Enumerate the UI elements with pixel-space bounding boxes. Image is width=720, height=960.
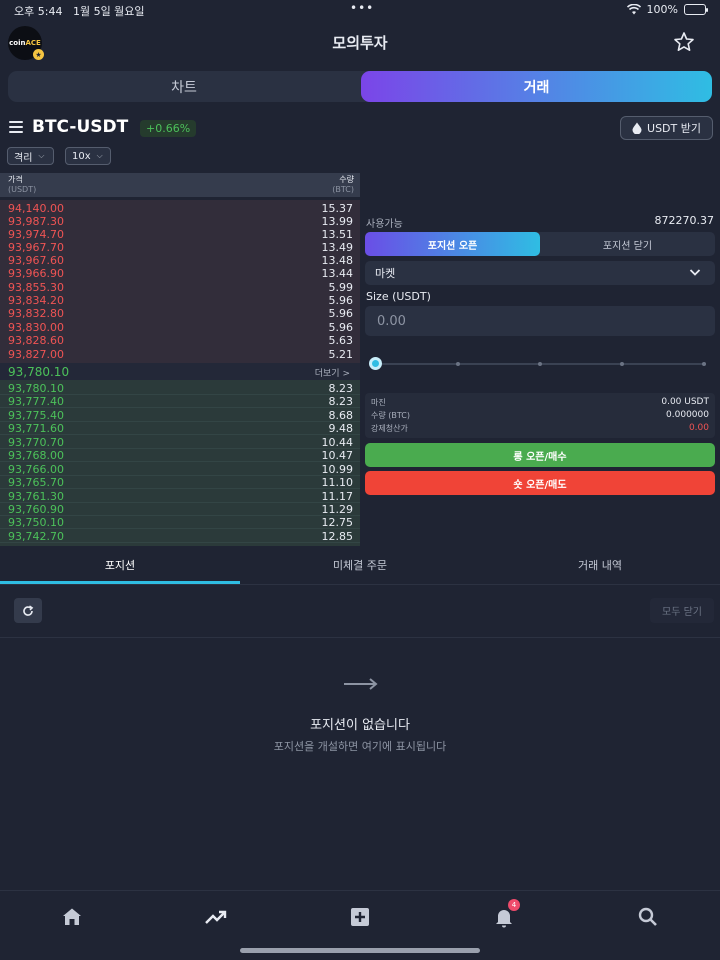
bid-row[interactable]: 93,771.60 9.48: [0, 422, 360, 435]
battery-percent: 100%: [646, 3, 678, 16]
ask-row[interactable]: 93,966.90 13.44: [0, 267, 360, 280]
available-value: 872270.37: [654, 214, 715, 227]
long-open-button[interactable]: 롱 오픈/매수: [365, 443, 715, 467]
chevron-down-icon: ⌵: [38, 151, 45, 160]
menu-icon[interactable]: [9, 121, 23, 133]
slider-tick[interactable]: [538, 362, 542, 366]
close-all-button[interactable]: 모두 닫기: [650, 598, 714, 623]
available-label: 사용가능: [366, 219, 403, 230]
slider-tick[interactable]: [456, 362, 460, 366]
ask-row[interactable]: 93,828.60 5.63: [0, 334, 360, 347]
ask-row[interactable]: 93,987.30 13.99: [0, 215, 360, 228]
position-mode-toggle: 포지션 오픈 포지션 닫기: [365, 232, 715, 256]
size-label: Size (USDT): [366, 290, 431, 303]
orderbook-bids: 93,780.10 8.23 93,777.40 8.23 93,775.40 8.6…: [0, 380, 360, 546]
bid-row[interactable]: 93,768.00 10.47: [0, 449, 360, 462]
wifi-icon: [626, 4, 641, 15]
refresh-button[interactable]: [14, 598, 42, 623]
bid-row[interactable]: 93,770.70 10.44: [0, 436, 360, 449]
status-time: 오후 5:44 1월 5일 월요일: [14, 5, 145, 18]
arrow-right-icon: [344, 678, 378, 690]
margin-row: 마진 0.00 USDT: [371, 397, 709, 407]
status-bar: 오후 5:44 1월 5일 월요일 ••• 100%: [0, 0, 720, 20]
ask-row[interactable]: 93,827.00 5.21: [0, 348, 360, 361]
add-box-icon[interactable]: [348, 905, 372, 929]
empty-state-subtitle: 포지션을 개설하면 여기에 표시됩니다: [273, 740, 447, 753]
active-tab-indicator: [0, 581, 240, 584]
positions-tabs: 포지션 미체결 주문 거래 내역: [0, 547, 720, 585]
empty-state-title: 포지션이 없습니다: [310, 718, 410, 733]
status-right: 100%: [626, 3, 708, 16]
leverage-select[interactable]: 10x ⌵: [65, 147, 111, 165]
mid-price-row: 93,780.10 더보기 >: [0, 363, 360, 380]
tab-close-position[interactable]: 포지션 닫기: [540, 232, 715, 256]
favorite-star-icon[interactable]: [672, 30, 696, 54]
liquidation-row: 강제청산가 0.00: [371, 423, 709, 433]
chevron-down-icon: ⌵: [96, 151, 103, 160]
view-segment: 차트 거래: [8, 71, 712, 102]
bid-row[interactable]: 93,766.00 10.99: [0, 463, 360, 476]
tab-chart[interactable]: 차트: [8, 71, 360, 102]
ask-row[interactable]: 93,830.00 5.96: [0, 321, 360, 334]
order-type-select[interactable]: 마켓: [365, 261, 715, 285]
refresh-icon: [23, 604, 34, 616]
tabbar-divider: [0, 890, 720, 891]
more-link[interactable]: 더보기 >: [315, 366, 350, 379]
slider-tick[interactable]: [620, 362, 624, 366]
orderbook-header: 가격 (USDT) 수량 (BTC): [0, 173, 360, 197]
home-indicator[interactable]: [240, 948, 480, 953]
tab-trade-history[interactable]: 거래 내역: [480, 547, 720, 583]
chevron-down-icon: [689, 269, 701, 276]
order-summary: 마진 0.00 USDT 수량 (BTC) 0.000000 강제청산가 0.00: [365, 393, 715, 438]
short-open-button[interactable]: 숏 오픈/매도: [365, 471, 715, 495]
mid-price: 93,780.10: [8, 365, 70, 379]
ask-row[interactable]: 93,974.70 13.51: [0, 228, 360, 241]
battery-icon: [684, 4, 708, 15]
bid-row[interactable]: 93,780.10 8.23: [0, 382, 360, 395]
page-title: 모의투자: [332, 34, 388, 52]
bid-row[interactable]: 93,742.70 12.85: [0, 530, 360, 543]
drop-icon: [632, 122, 642, 134]
qty-header: 수량: [339, 175, 354, 184]
notification-badge: 4: [508, 899, 520, 911]
ask-row[interactable]: 93,832.80 5.96: [0, 307, 360, 320]
tab-open-orders[interactable]: 미체결 주문: [240, 547, 480, 583]
price-header: 가격: [8, 175, 23, 184]
tab-open-position[interactable]: 포지션 오픈: [365, 232, 540, 256]
trending-up-icon[interactable]: [204, 905, 228, 929]
ask-row[interactable]: 93,967.70 13.49: [0, 241, 360, 254]
bid-row[interactable]: 93,750.10 12.75: [0, 516, 360, 529]
price-change-badge: +0.66%: [140, 120, 197, 137]
ask-row[interactable]: 93,834.20 5.96: [0, 294, 360, 307]
orderbook-asks: 94,140.00 15.37 93,987.30 13.99 93,974.70 1…: [0, 200, 360, 363]
ask-row[interactable]: 93,967.60 13.48: [0, 254, 360, 267]
tab-trade[interactable]: 거래: [361, 71, 712, 102]
symbol-name[interactable]: BTC-USDT: [32, 117, 128, 137]
size-input[interactable]: [365, 306, 715, 336]
home-icon[interactable]: [60, 905, 84, 929]
ask-row[interactable]: 94,140.00 15.37: [0, 202, 360, 215]
tab-positions[interactable]: 포지션: [0, 547, 240, 583]
receive-usdt-button[interactable]: USDT 받기: [620, 116, 713, 140]
bid-row[interactable]: 93,765.70 11.10: [0, 476, 360, 489]
multitask-dots[interactable]: •••: [350, 1, 374, 15]
size-slider-thumb[interactable]: [369, 357, 382, 370]
search-icon[interactable]: [636, 905, 660, 929]
margin-mode-select[interactable]: 격리 ⌵: [7, 147, 54, 165]
bid-row[interactable]: 93,760.90 11.29: [0, 503, 360, 516]
bid-row[interactable]: 93,777.40 8.23: [0, 395, 360, 408]
ask-row[interactable]: 93,855.30 5.99: [0, 281, 360, 294]
slider-tick[interactable]: [702, 362, 706, 366]
divider: [0, 637, 720, 638]
bid-row[interactable]: 93,775.40 8.68: [0, 409, 360, 422]
quantity-row: 수량 (BTC) 0.000000: [371, 410, 709, 420]
bid-row[interactable]: 93,761.30 11.17: [0, 490, 360, 503]
